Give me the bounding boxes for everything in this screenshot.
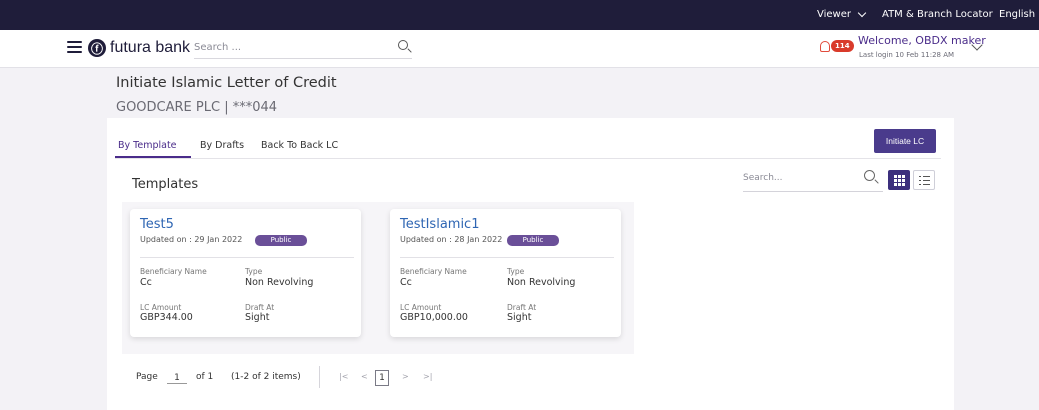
search-icon[interactable] <box>864 170 875 181</box>
viewer-label: Viewer <box>817 9 851 20</box>
tab-by-drafts[interactable]: By Drafts <box>200 140 244 151</box>
draft-at-label: Draft At <box>245 303 275 312</box>
template-updated: Updated on : 28 Jan 2022 <box>400 235 503 244</box>
templates-heading: Templates <box>132 177 199 192</box>
lc-amount-value: GBP10,000.00 <box>400 312 468 323</box>
template-name[interactable]: Test5 <box>140 217 174 232</box>
draft-at-value: Sight <box>245 312 270 323</box>
active-tab-indicator <box>115 156 191 158</box>
current-page-button[interactable]: 1 <box>375 370 389 386</box>
draft-at-label: Draft At <box>507 303 537 312</box>
tab-divider <box>115 158 941 159</box>
logo-text: futura bank <box>110 39 191 56</box>
viewer-dropdown[interactable]: Viewer <box>817 8 867 20</box>
type-value: Non Revolving <box>245 277 314 288</box>
bell-icon[interactable] <box>820 41 830 52</box>
page-title: Initiate Islamic Letter of Credit <box>116 75 337 91</box>
beneficiary-label: Beneficiary Name <box>400 267 467 276</box>
beneficiary-value: Cc <box>140 277 152 288</box>
card-divider <box>140 257 354 258</box>
grid-view-icon[interactable] <box>888 170 910 190</box>
tab-back-to-back-lc[interactable]: Back To Back LC <box>261 140 338 151</box>
type-label: Type <box>507 267 525 276</box>
draft-at-value: Sight <box>507 312 532 323</box>
header: ⓕ futura bank Search ... 114 Welcome, OB… <box>0 30 1039 68</box>
menu-icon[interactable] <box>67 41 82 54</box>
main-panel: By Template By Drafts Back To Back LC In… <box>107 118 954 410</box>
party-subtitle: GOODCARE PLC | ***044 <box>116 100 278 115</box>
last-page-icon[interactable]: >| <box>423 372 432 381</box>
logo-mark-icon: ⓕ <box>88 39 106 57</box>
welcome-user[interactable]: Welcome, OBDX maker <box>858 34 986 47</box>
search-icon[interactable] <box>398 40 408 50</box>
beneficiary-value: Cc <box>400 277 412 288</box>
lc-amount-label: LC Amount <box>140 303 182 312</box>
notification-badge[interactable]: 114 <box>831 40 854 52</box>
next-page-icon[interactable]: > <box>402 372 409 381</box>
bank-logo[interactable]: ⓕ futura bank <box>88 39 190 57</box>
template-search-placeholder: Search... <box>743 173 783 183</box>
template-cards: Test5 Updated on : 29 Jan 2022 Public Be… <box>122 202 634 354</box>
visibility-badge: Public <box>255 235 307 246</box>
language-label: English <box>999 9 1036 20</box>
global-search-input[interactable]: Search ... <box>194 39 412 59</box>
visibility-badge: Public <box>507 235 559 246</box>
template-name[interactable]: TestIslamic1 <box>400 217 479 232</box>
language-dropdown[interactable]: English <box>999 9 1039 20</box>
page-total: of 1 <box>196 372 214 382</box>
prev-page-icon[interactable]: < <box>361 372 368 381</box>
type-value: Non Revolving <box>507 277 576 288</box>
template-card[interactable]: TestIslamic1 Updated on : 28 Jan 2022 Pu… <box>390 209 621 337</box>
initiate-lc-button[interactable]: Initiate LC <box>874 129 936 153</box>
card-divider <box>400 257 614 258</box>
template-card[interactable]: Test5 Updated on : 29 Jan 2022 Public Be… <box>130 209 361 337</box>
tab-by-template[interactable]: By Template <box>118 140 177 151</box>
items-count: (1-2 of 2 items) <box>231 372 301 382</box>
list-view-icon[interactable] <box>913 170 935 190</box>
search-placeholder: Search ... <box>194 42 242 53</box>
chevron-down-icon <box>857 8 867 17</box>
lc-amount-label: LC Amount <box>400 303 442 312</box>
first-page-icon[interactable]: |< <box>339 372 348 381</box>
template-updated: Updated on : 29 Jan 2022 <box>140 235 243 244</box>
atm-label: ATM & Branch Locator <box>882 9 993 20</box>
top-bar: Viewer ATM & Branch Locator English <box>0 0 1039 30</box>
last-login: Last login 10 Feb 11:28 AM <box>859 51 955 59</box>
pagination-divider <box>319 366 320 388</box>
atm-branch-locator-link[interactable]: ATM & Branch Locator <box>882 9 993 20</box>
template-search-input[interactable]: Search... <box>743 170 883 192</box>
page-number-input[interactable]: 1 <box>167 373 187 384</box>
beneficiary-label: Beneficiary Name <box>140 267 207 276</box>
page-label: Page <box>136 372 158 382</box>
lc-amount-value: GBP344.00 <box>140 312 193 323</box>
type-label: Type <box>245 267 263 276</box>
